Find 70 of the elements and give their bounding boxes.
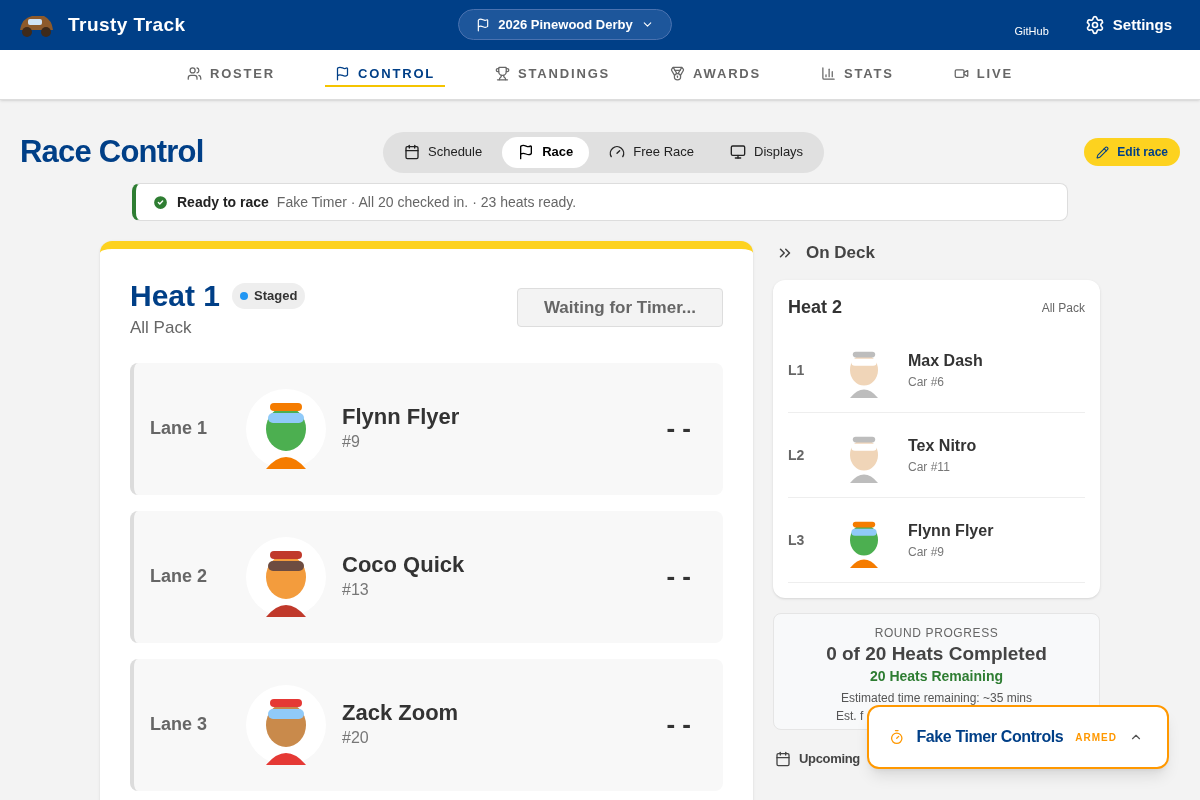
nav-tab[interactable]: ROSTER: [176, 52, 286, 87]
nav-tab[interactable]: LIVE: [943, 52, 1024, 87]
github-link[interactable]: GitHub: [1014, 22, 1049, 40]
finish-estimate: Est. f: [836, 707, 864, 725]
lane-label: Lane 3: [150, 713, 209, 736]
mode-tab[interactable]: Displays: [714, 136, 820, 168]
car-number: #9: [342, 432, 361, 453]
status-title: Ready to race: [177, 192, 269, 212]
car-number: #13: [342, 580, 370, 601]
heat-group: All Pack: [1041, 298, 1085, 317]
heat-title: Heat 1: [130, 281, 221, 311]
event-selector[interactable]: 2026 Pinewood Derby: [458, 9, 672, 40]
nav-tab[interactable]: AWARDS: [660, 52, 772, 87]
staged-badge: Staged: [232, 283, 306, 309]
car-number: Car #11: [908, 459, 951, 476]
status-detail: Fake Timer · All 20 checked in. · 23 heats ready.: [276, 192, 577, 212]
timer-panel-title: Fake Timer Controls: [916, 727, 1064, 747]
racer-name: Max Dash: [908, 351, 983, 371]
check-circle-icon: [152, 193, 169, 211]
mode-tab[interactable]: Free Race: [593, 136, 710, 168]
racer-name: Tex Nitro: [908, 436, 977, 456]
car-number: #20: [342, 728, 370, 749]
lane-time: - -: [666, 708, 691, 741]
mode-tab[interactable]: Schedule: [388, 136, 499, 168]
upcoming-title: Upcoming: [799, 750, 860, 769]
time-estimate: Estimated time remaining: ~35 mins: [840, 689, 1033, 707]
next-heat-title: Heat 2: [788, 296, 843, 319]
heat-group: All Pack: [130, 315, 306, 341]
heats-completed: 0 of 20 Heats Completed: [826, 642, 1047, 666]
app-title: Trusty Track: [68, 12, 186, 37]
calendar-icon: [775, 751, 791, 767]
lane-label: Lane 1: [150, 417, 209, 440]
car-number: Car #6: [908, 374, 946, 391]
lane-label: L3: [788, 530, 806, 550]
armed-status: ARMED: [1075, 730, 1117, 745]
waiting-for-timer-button[interactable]: Waiting for Timer...: [517, 288, 723, 327]
racer-name: Flynn Flyer: [908, 521, 994, 541]
mode-tab[interactable]: Race: [502, 136, 590, 168]
nav-tab[interactable]: CONTROL: [325, 52, 446, 87]
page-title: Race Control: [20, 132, 205, 171]
flag-icon: [518, 144, 535, 160]
racer-name: Zack Zoom: [342, 698, 459, 727]
nav-tab[interactable]: STATS: [811, 52, 904, 87]
gauge-icon: [609, 144, 626, 160]
calendar-icon: [404, 144, 420, 160]
trophy-icon: [495, 66, 511, 81]
users-icon: [186, 66, 202, 81]
medal-icon: [670, 66, 686, 81]
heats-remaining: 20 Heats Remaining: [869, 666, 1004, 686]
settings-icon: [1084, 15, 1105, 35]
edit-race-button[interactable]: Edit race: [1084, 138, 1180, 166]
lane-time: - -: [666, 560, 691, 593]
progress-label: ROUND PROGRESS: [874, 625, 999, 642]
on-deck-title: On Deck: [806, 242, 875, 265]
stopwatch-icon: [889, 727, 905, 747]
racer-name: Coco Quick: [342, 550, 465, 579]
settings-button[interactable]: Settings: [1084, 13, 1172, 37]
lane-label: L2: [788, 445, 806, 465]
flag-icon: [476, 17, 491, 32]
lane-label: L1: [788, 360, 806, 380]
racer-name: Flynn Flyer: [342, 402, 460, 431]
video-camera-icon: [953, 66, 969, 81]
car-number: Car #9: [908, 544, 946, 561]
lane-label: Lane 2: [150, 565, 209, 588]
lane-time: - -: [666, 412, 691, 445]
flag-icon: [335, 66, 351, 81]
nav-tab[interactable]: STANDINGS: [485, 52, 621, 87]
monitor-icon: [730, 144, 746, 160]
bar-chart-icon: [821, 66, 837, 81]
pencil-icon: [1096, 145, 1110, 159]
